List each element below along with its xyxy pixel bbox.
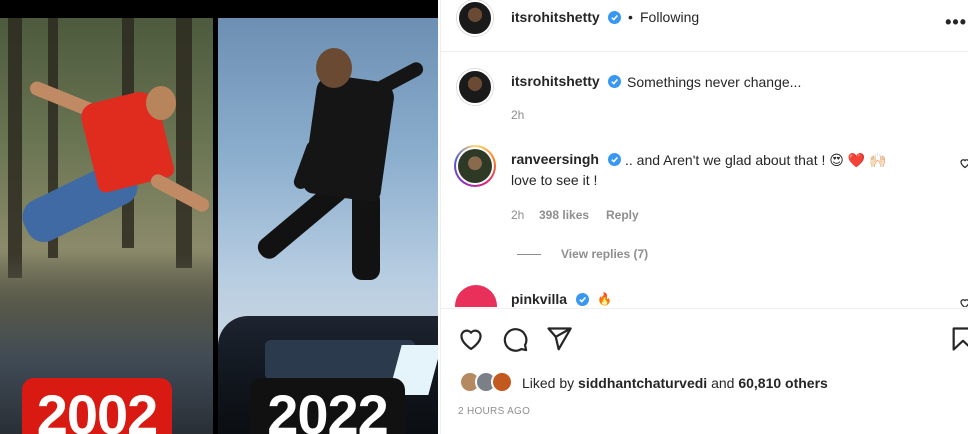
verified-badge-icon: [608, 153, 621, 166]
avatar[interactable]: [455, 285, 497, 307]
caption-time[interactable]: 2h: [511, 108, 524, 122]
tree-trunk: [176, 18, 192, 268]
author-username[interactable]: itsrohitshetty: [511, 9, 600, 25]
likes-count[interactable]: 60,810 others: [738, 375, 828, 391]
car-window: [265, 340, 415, 380]
liked-by-avatars[interactable]: [459, 371, 519, 395]
replies-divider: [517, 254, 541, 255]
verified-badge-icon: [608, 75, 621, 88]
post-sidebar: itsrohitshetty • Following ••• itsrohits…: [440, 0, 968, 434]
post-actions: Liked by siddhantchaturvedi and 60,810 o…: [441, 308, 968, 434]
comment-text-continued: love to see it !: [511, 172, 598, 188]
jumper-head: [316, 48, 352, 88]
post-media[interactable]: 2002 2022: [0, 0, 438, 434]
view-replies-button[interactable]: View replies (7): [561, 247, 648, 261]
send-icon[interactable]: [545, 325, 573, 353]
comment-like-heart-icon[interactable]: [959, 297, 968, 307]
post-header: itsrohitshetty • Following •••: [441, 0, 968, 52]
verified-badge-icon: [576, 293, 589, 306]
year-badge-2002: 2002: [22, 378, 172, 434]
caption-text: Somethings never change...: [627, 74, 802, 90]
separator-dot: •: [628, 9, 633, 25]
caption-username[interactable]: itsrohitshetty: [511, 73, 600, 89]
comment-emoji: 🔥: [597, 292, 612, 306]
likes-joiner: and: [711, 375, 735, 391]
avatar[interactable]: [457, 0, 493, 36]
avatar: [458, 149, 492, 183]
jumper-head: [146, 86, 176, 120]
comment-likes[interactable]: 398 likes: [539, 208, 589, 222]
reply-button[interactable]: Reply: [606, 208, 639, 222]
more-horizontal-icon[interactable]: •••: [945, 12, 967, 33]
post-timestamp[interactable]: 2 HOURS AGO: [458, 406, 530, 417]
comments-list[interactable]: itsrohitshetty Somethings never change..…: [441, 53, 968, 307]
media-top-bar: [0, 0, 438, 16]
comment-time[interactable]: 2h: [511, 208, 524, 222]
jumper-leg: [352, 190, 380, 280]
liked-by-user[interactable]: siddhantchaturvedi: [578, 375, 707, 391]
following-button[interactable]: Following: [640, 9, 699, 25]
likes-summary[interactable]: Liked by siddhantchaturvedi and 60,810 o…: [522, 375, 828, 391]
year-badge-2022: 2022: [250, 378, 405, 434]
liked-by-prefix: Liked by: [522, 375, 575, 391]
story-ring[interactable]: [454, 145, 496, 187]
verified-badge-icon: [608, 11, 621, 24]
avatar[interactable]: [457, 69, 493, 105]
comment-like-heart-icon[interactable]: [959, 157, 968, 169]
avatar: [491, 371, 513, 393]
tree-trunk: [8, 18, 22, 278]
comment-username[interactable]: ranveersingh: [511, 151, 599, 167]
bookmark-icon[interactable]: [949, 325, 968, 353]
heart-icon[interactable]: [457, 325, 485, 353]
comment-username[interactable]: pinkvilla: [511, 291, 567, 307]
comment-icon[interactable]: [501, 325, 529, 353]
comment-text: .. and Aren't we glad about that ! 😍 ❤️ …: [625, 152, 887, 168]
